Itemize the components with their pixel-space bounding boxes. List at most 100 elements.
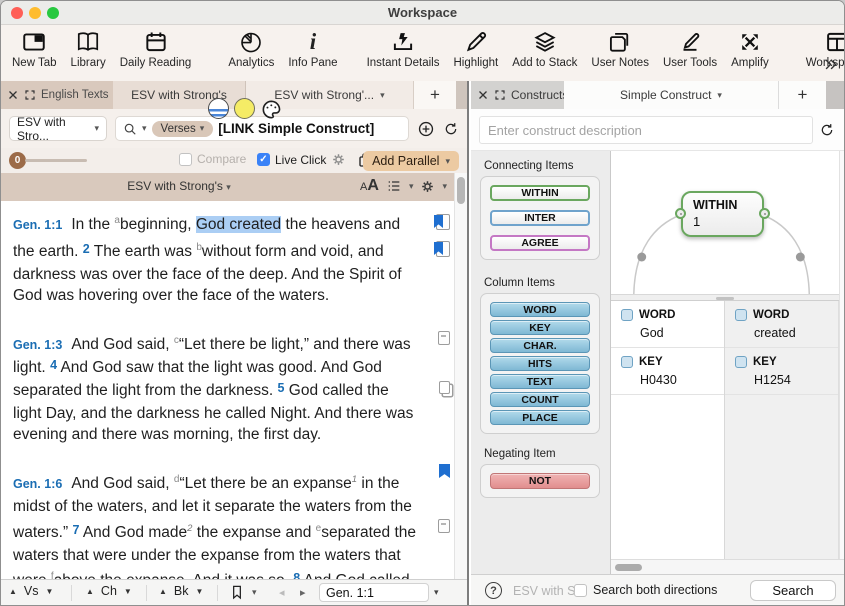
toolbar-amplify[interactable]: Amplify xyxy=(731,28,769,69)
vertical-scrollbar[interactable] xyxy=(454,173,467,579)
scrollbar-thumb[interactable] xyxy=(615,564,642,571)
verse-number[interactable]: 5 xyxy=(278,381,285,395)
add-tab-button[interactable]: + xyxy=(413,81,456,109)
connecting-item-within[interactable]: WITHIN xyxy=(490,185,590,201)
add-tab-button[interactable]: + xyxy=(779,81,826,109)
item-checkbox[interactable] xyxy=(735,309,747,321)
forward-arrow-icon[interactable]: ▸ xyxy=(300,586,306,599)
slider-track[interactable] xyxy=(25,159,87,162)
chevron-down-icon[interactable]: ▾ xyxy=(142,123,147,134)
note-bookmark-icon[interactable] xyxy=(434,241,450,257)
add-circle-icon[interactable] xyxy=(417,120,435,138)
recycle-icon[interactable] xyxy=(443,121,459,137)
toolbar-overflow-button[interactable] xyxy=(823,57,838,77)
within-node[interactable]: WITHIN 1 xyxy=(681,191,764,237)
book-stepper[interactable]: ▲ Bk ▼ xyxy=(159,584,203,598)
reference-input[interactable] xyxy=(319,583,429,602)
add-parallel-button[interactable]: Add Parallel ▾ xyxy=(363,151,459,171)
close-pane-icon[interactable] xyxy=(477,89,489,101)
toolbar-new-tab[interactable]: New Tab xyxy=(12,28,57,69)
close-pane-icon[interactable] xyxy=(7,89,19,101)
pages-icon[interactable] xyxy=(439,381,450,394)
column-item-place[interactable]: PLACE xyxy=(490,410,590,425)
step-up-icon[interactable]: ▲ xyxy=(9,587,17,596)
toolbar-library[interactable]: Library xyxy=(71,28,106,69)
column-item-hits[interactable]: HITS xyxy=(490,356,590,371)
column-item-key[interactable]: KEY xyxy=(490,320,590,335)
bookmark-icon[interactable] xyxy=(229,584,245,600)
highlight-style-yellow-icon[interactable] xyxy=(234,98,255,119)
toolbar-info-pane[interactable]: iInfo Pane xyxy=(288,28,337,69)
text-column-title[interactable]: ESV with Strong's ▾ xyxy=(1,179,357,193)
item-value[interactable]: created xyxy=(754,326,838,340)
bible-text-area[interactable]: Gen. 1:1In the abeginning, God created t… xyxy=(1,201,454,579)
zoom-slider[interactable]: 0 xyxy=(9,152,87,169)
chevron-down-icon[interactable]: ▾ xyxy=(434,587,439,598)
note-icon[interactable] xyxy=(438,519,450,533)
toolbar-daily-reading[interactable]: Daily Reading xyxy=(120,28,192,69)
divider-grip[interactable] xyxy=(716,297,734,300)
gear-icon[interactable] xyxy=(420,179,435,194)
node-port-left[interactable] xyxy=(675,208,686,219)
help-icon[interactable]: ? xyxy=(485,582,502,599)
column-item-word[interactable]: WORD xyxy=(490,302,590,317)
column-item-count[interactable]: COUNT xyxy=(490,392,590,407)
verse-reference[interactable]: Gen. 1:3 xyxy=(13,338,62,352)
verse-paragraph[interactable]: Gen. 1:3And God said, c“Let there be lig… xyxy=(13,330,420,446)
list-format-icon[interactable] xyxy=(386,178,402,194)
item-checkbox[interactable] xyxy=(621,309,633,321)
construct-item-word[interactable]: WORDGod xyxy=(611,301,724,348)
search-button[interactable]: Search xyxy=(750,580,836,601)
verse-number[interactable]: 7 xyxy=(72,523,79,537)
vertical-scrollbar[interactable] xyxy=(839,151,844,559)
verse-paragraph[interactable]: Gen. 1:1In the abeginning, God created t… xyxy=(13,210,420,307)
item-value[interactable]: H0430 xyxy=(640,373,724,387)
expand-pane-icon[interactable] xyxy=(24,89,36,101)
verse-number[interactable]: 4 xyxy=(50,358,57,372)
search-query-text[interactable]: [LINK Simple Construct] xyxy=(218,121,374,136)
scope-pill-verses[interactable]: Verses ▾ xyxy=(152,121,214,137)
canvas-table-divider[interactable] xyxy=(611,294,839,301)
compare-checkbox[interactable] xyxy=(179,153,192,166)
node-port-right[interactable] xyxy=(759,208,770,219)
verse-reference[interactable]: Gen. 1:1 xyxy=(13,218,62,232)
slider-value-badge[interactable]: 0 xyxy=(9,152,26,169)
construct-item-key[interactable]: KEYH1254 xyxy=(725,348,838,395)
recycle-icon[interactable] xyxy=(819,122,835,138)
toolbar-instant-details[interactable]: Instant Details xyxy=(367,28,440,69)
text-size-button[interactable]: AA xyxy=(360,177,379,195)
chapter-stepper[interactable]: ▲ Ch ▼ xyxy=(86,584,132,598)
text-module-dropdown[interactable]: ESV with Stro... ▾ xyxy=(9,116,107,141)
search-icon[interactable] xyxy=(123,122,137,136)
toolbar-user-notes[interactable]: User Notes xyxy=(591,28,649,69)
selected-text[interactable]: God created xyxy=(196,216,281,233)
connecting-item-agree[interactable]: AGREE xyxy=(490,235,590,251)
construct-canvas[interactable]: WITHIN 1 xyxy=(611,151,839,294)
column-item-text[interactable]: TEXT xyxy=(490,374,590,389)
both-directions-checkbox[interactable] xyxy=(574,584,587,597)
toolbar-highlight[interactable]: Highlight xyxy=(453,28,498,69)
highlight-style-striped-icon[interactable] xyxy=(208,98,229,119)
gear-icon[interactable] xyxy=(331,152,346,167)
negating-item-not[interactable]: NOT xyxy=(490,473,590,489)
step-up-icon[interactable]: ▲ xyxy=(86,587,94,596)
toolbar-add-to-stack[interactable]: Add to Stack xyxy=(512,28,577,69)
verse-paragraph[interactable]: Gen. 1:6And God said, d“Let there be an … xyxy=(13,469,420,579)
step-up-icon[interactable]: ▲ xyxy=(159,587,167,596)
step-down-icon[interactable]: ▼ xyxy=(124,587,132,596)
note-icon[interactable] xyxy=(438,331,450,345)
step-down-icon[interactable]: ▼ xyxy=(196,587,204,596)
verse-reference[interactable]: Gen. 1:6 xyxy=(13,477,62,491)
toolbar-user-tools[interactable]: User Tools xyxy=(663,28,717,69)
bookmark-menu[interactable]: ▾ xyxy=(229,584,257,600)
item-checkbox[interactable] xyxy=(735,356,747,368)
item-checkbox[interactable] xyxy=(621,356,633,368)
construct-item-key[interactable]: KEYH0430 xyxy=(611,348,724,395)
live-click-checkbox[interactable]: ✓ xyxy=(257,153,270,166)
column-item-char[interactable]: CHAR. xyxy=(490,338,590,353)
item-value[interactable]: God xyxy=(640,326,724,340)
connecting-item-inter[interactable]: INTER xyxy=(490,210,590,226)
tab-simple-construct[interactable]: Simple Construct ▾ xyxy=(564,81,779,109)
verse-number[interactable]: 8 xyxy=(293,571,300,579)
step-down-icon[interactable]: ▼ xyxy=(46,587,54,596)
